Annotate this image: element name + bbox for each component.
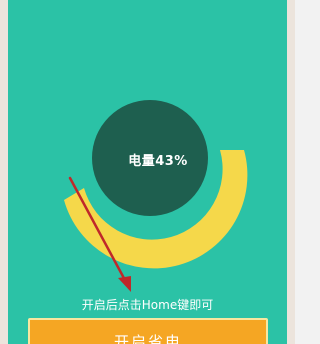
battery-level-text: 电量43% xyxy=(128,154,188,169)
battery-gauge xyxy=(64,100,248,269)
start-power-saving-button[interactable]: 开启省电 xyxy=(28,318,268,344)
phone-frame: 电量43% 开启后点击Home键即可 开启省电 xyxy=(0,0,295,344)
app-screen: 电量43% 开启后点击Home键即可 开启省电 xyxy=(8,0,287,344)
hint-text: 开启后点击Home键即可 xyxy=(81,298,214,312)
